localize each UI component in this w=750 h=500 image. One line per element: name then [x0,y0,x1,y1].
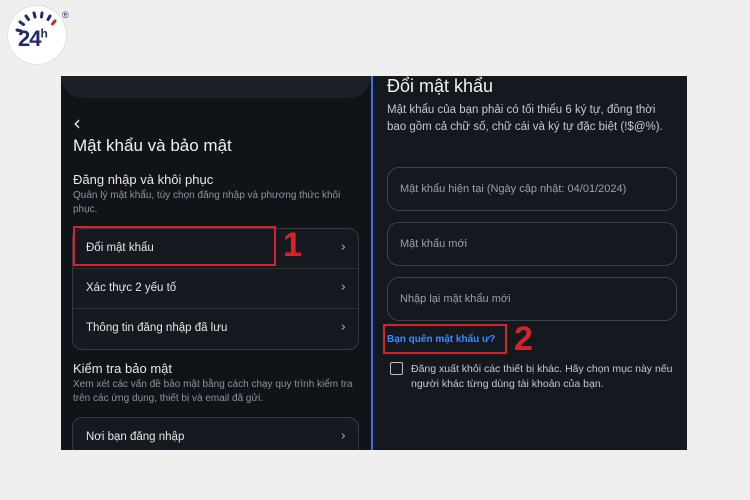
chevron-right-icon: › [340,429,346,444]
security-settings-panel: ‹ Mật khẩu và bảo mật Đăng nhập và khôi … [61,76,371,450]
chevron-right-icon: › [340,320,346,335]
step-number-2: 2 [514,320,533,358]
new-password-input[interactable] [387,222,677,266]
step-number-1: 1 [283,226,302,264]
menu-item-label: Nơi bạn đăng nhập [86,431,185,443]
current-password-input[interactable] [387,167,677,211]
security-check-menu: Nơi bạn đăng nhập › [72,417,359,450]
logo-superscript: h [40,26,47,41]
change-password-panel: Đổi mật khẩu Mật khẩu của bạn phải có tố… [373,76,687,450]
menu-item-two-factor[interactable]: Xác thực 2 yếu tố › [73,269,358,309]
phone-notch-area [61,76,371,98]
logout-other-devices-label: Đăng xuất khỏi các thiết bị khác. Hãy ch… [411,363,673,390]
change-password-title: Đổi mật khẩu [387,76,494,96]
page-title: Mật khẩu và bảo mật [73,136,232,155]
chevron-right-icon: › [340,280,346,295]
menu-item-label: Thông tin đăng nhập đã lưu [86,322,228,334]
logo-registered-mark: ® [62,10,69,20]
security-check-heading: Kiểm tra bảo mật [73,361,172,376]
logo-text: 24h [18,26,48,51]
logout-other-devices-checkbox[interactable] [390,362,403,375]
security-check-description: Xem xét các vấn đề bảo mật bằng cách chạ… [73,379,353,404]
confirm-password-input[interactable] [387,277,677,321]
highlight-box-step-2 [383,324,507,354]
login-recovery-description: Quản lý mật khẩu, tùy chọn đăng nhập và … [73,190,341,215]
brand-logo: 24h ® [8,6,69,64]
highlight-box-step-1 [73,226,276,266]
back-chevron-icon[interactable]: ‹ [73,111,81,135]
login-recovery-heading: Đăng nhập và khôi phục [73,172,214,187]
chevron-right-icon: › [340,240,346,255]
menu-item-saved-login[interactable]: Thông tin đăng nhập đã lưu › [73,309,358,349]
menu-item-label: Xác thực 2 yếu tố [86,282,177,294]
password-requirements-text: Mật khẩu của bạn phải có tối thiểu 6 ký … [387,104,663,133]
menu-item-where-logged-in[interactable]: Nơi bạn đăng nhập › [73,418,358,450]
